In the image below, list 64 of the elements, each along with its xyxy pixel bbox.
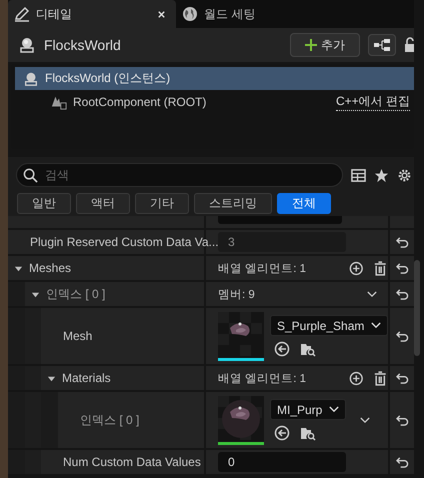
- plus-icon: [305, 39, 317, 51]
- reset-icon[interactable]: [396, 456, 408, 468]
- use-selected-icon[interactable]: [274, 425, 290, 441]
- array-count: 배열 엘리먼트: 1: [218, 372, 307, 386]
- filter-button[interactable]: 액터: [76, 193, 130, 214]
- filter-button[interactable]: 스트리밍: [194, 193, 272, 214]
- chevron-down-icon[interactable]: [367, 290, 377, 298]
- browse-folder-icon[interactable]: [300, 341, 316, 357]
- use-selected-icon[interactable]: [274, 341, 290, 357]
- add-element-icon[interactable]: [348, 260, 364, 276]
- reset-icon[interactable]: [396, 414, 408, 426]
- hierarchy-icon: [374, 39, 390, 51]
- globe-icon: [182, 6, 198, 22]
- add-element-icon[interactable]: [348, 370, 364, 386]
- chevron-down-icon[interactable]: [360, 416, 370, 424]
- asset-thumbnail[interactable]: [218, 396, 264, 444]
- value-field[interactable]: [218, 216, 342, 224]
- property-name: 인덱스 [ 0 ]: [46, 286, 106, 302]
- array-count: 배열 엘리먼트: 1: [218, 262, 307, 276]
- scrollbar[interactable]: [414, 260, 420, 356]
- close-icon[interactable]: [157, 10, 166, 18]
- filter-button[interactable]: 일반: [17, 193, 71, 214]
- browse-folder-icon[interactable]: [300, 425, 316, 441]
- search-icon: [23, 168, 38, 183]
- panel-tab[interactable]: 월드 세팅: [176, 0, 266, 28]
- hierarchy-button[interactable]: [368, 34, 396, 56]
- property-name: Materials: [62, 371, 111, 385]
- add-button[interactable]: 추가: [290, 33, 360, 57]
- expand-arrow-icon[interactable]: [31, 290, 40, 298]
- actor-icon: [18, 36, 36, 54]
- property-name: Num Custom Data Values: [63, 455, 201, 469]
- actor-icon: [23, 70, 39, 86]
- edit-in-cpp-link[interactable]: C++에서 편집: [336, 92, 410, 110]
- star-icon[interactable]: [374, 168, 389, 182]
- table-icon[interactable]: [351, 168, 366, 182]
- pencil-icon: [14, 6, 30, 22]
- filter-button[interactable]: 기타: [135, 193, 189, 214]
- chevron-down-icon: [371, 322, 382, 329]
- property-name: Meshes: [29, 261, 72, 275]
- asset-dropdown[interactable]: S_Purple_Sham: [270, 315, 388, 336]
- reset-icon[interactable]: [396, 236, 408, 248]
- reset-icon[interactable]: [396, 288, 408, 300]
- expand-arrow-icon[interactable]: [47, 374, 56, 382]
- reset-icon[interactable]: [396, 330, 408, 342]
- member-count: 멤버: 9: [218, 288, 256, 302]
- expand-arrow-icon[interactable]: [14, 264, 23, 272]
- asset-dropdown[interactable]: MI_Purp: [270, 399, 346, 420]
- asset-thumbnail[interactable]: [218, 312, 264, 360]
- component-row[interactable]: RootComponent (ROOT) C++에서 편집: [15, 90, 414, 113]
- property-name: 인덱스 [ 0 ]: [80, 412, 140, 428]
- search-field[interactable]: 검색: [16, 163, 343, 187]
- number-field[interactable]: 0: [218, 452, 346, 472]
- component-row[interactable]: FlocksWorld (인스턴스): [15, 67, 414, 90]
- reset-icon[interactable]: [396, 262, 408, 274]
- property-name: Mesh: [63, 329, 92, 343]
- filter-button[interactable]: 전체: [277, 193, 331, 214]
- property-name: Plugin Reserved Custom Data Va...: [30, 235, 219, 249]
- reset-icon[interactable]: [396, 372, 408, 384]
- actor-name: FlocksWorld: [44, 37, 122, 53]
- trash-icon[interactable]: [373, 370, 388, 386]
- trash-icon[interactable]: [373, 260, 388, 276]
- chevron-down-icon: [329, 406, 340, 413]
- panel-tab[interactable]: 디테일: [8, 0, 176, 28]
- settings-icon[interactable]: [397, 168, 412, 182]
